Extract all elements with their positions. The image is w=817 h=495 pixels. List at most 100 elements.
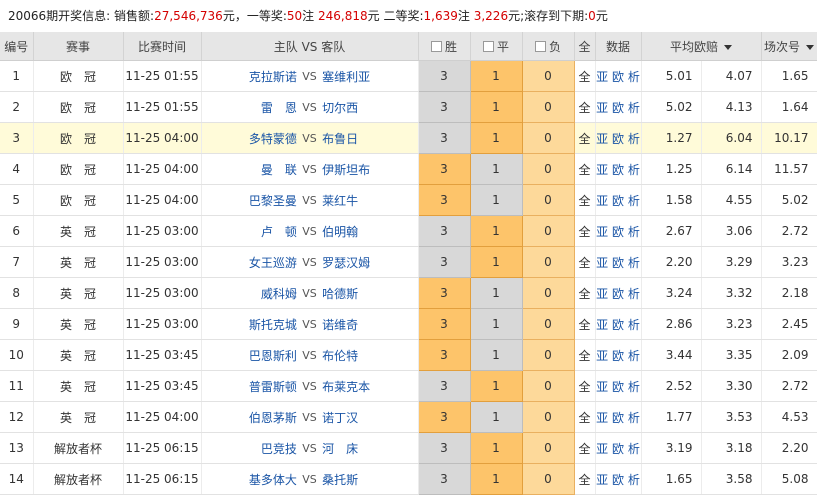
- draw-option[interactable]: 1: [469, 432, 523, 464]
- home-team[interactable]: 威科姆: [202, 285, 299, 302]
- draw-option[interactable]: 1: [469, 246, 523, 278]
- analysis-link[interactable]: 析: [628, 411, 640, 425]
- away-team[interactable]: 伊斯坦布: [320, 161, 417, 178]
- home-team[interactable]: 女王巡游: [202, 254, 299, 271]
- away-team[interactable]: 诺丁汉: [320, 409, 417, 426]
- win-option[interactable]: 3: [417, 122, 471, 154]
- draw-option[interactable]: 1: [469, 91, 523, 123]
- loss-option[interactable]: 0: [521, 60, 575, 92]
- euro-odds-link[interactable]: 欧: [612, 380, 624, 394]
- loss-option[interactable]: 0: [521, 277, 575, 309]
- away-team[interactable]: 莱红牛: [320, 192, 417, 209]
- header-loss[interactable]: 负: [522, 32, 575, 61]
- select-all-button[interactable]: 全: [574, 401, 596, 433]
- analysis-link[interactable]: 析: [628, 163, 640, 177]
- analysis-link[interactable]: 析: [628, 287, 640, 301]
- away-team[interactable]: 桑托斯: [320, 471, 417, 488]
- draw-option[interactable]: 1: [469, 339, 523, 371]
- loss-option[interactable]: 0: [521, 339, 575, 371]
- avg-odds-dropdown-icon[interactable]: [724, 44, 733, 50]
- home-team[interactable]: 基多体大: [202, 471, 299, 488]
- select-all-button[interactable]: 全: [574, 339, 596, 371]
- loss-option[interactable]: 0: [521, 122, 575, 154]
- home-team[interactable]: 伯恩茅斯: [202, 409, 299, 426]
- analysis-link[interactable]: 析: [628, 473, 640, 487]
- win-option[interactable]: 3: [417, 215, 471, 247]
- home-team[interactable]: 普雷斯顿: [202, 378, 299, 395]
- draw-option[interactable]: 1: [469, 308, 523, 340]
- home-team[interactable]: 斯托克城: [202, 316, 299, 333]
- select-all-button[interactable]: 全: [574, 60, 596, 92]
- win-option[interactable]: 3: [417, 91, 471, 123]
- analysis-link[interactable]: 析: [628, 70, 640, 84]
- asian-odds-link[interactable]: 亚: [596, 473, 608, 487]
- asian-odds-link[interactable]: 亚: [596, 163, 608, 177]
- win-option[interactable]: 3: [417, 339, 471, 371]
- asian-odds-link[interactable]: 亚: [596, 411, 608, 425]
- select-all-button[interactable]: 全: [574, 463, 596, 495]
- analysis-link[interactable]: 析: [628, 132, 640, 146]
- select-all-button[interactable]: 全: [574, 91, 596, 123]
- select-all-button[interactable]: 全: [574, 432, 596, 464]
- away-team[interactable]: 布伦特: [320, 347, 417, 364]
- asian-odds-link[interactable]: 亚: [596, 318, 608, 332]
- select-all-button[interactable]: 全: [574, 277, 596, 309]
- euro-odds-link[interactable]: 欧: [612, 101, 624, 115]
- header-all[interactable]: 全: [574, 32, 596, 61]
- euro-odds-link[interactable]: 欧: [612, 411, 624, 425]
- draw-option[interactable]: 1: [469, 463, 523, 495]
- win-option[interactable]: 3: [417, 308, 471, 340]
- loss-option[interactable]: 0: [521, 308, 575, 340]
- home-team[interactable]: 卢 顿: [202, 223, 299, 240]
- home-team[interactable]: 巴竞技: [202, 440, 299, 457]
- analysis-link[interactable]: 析: [628, 256, 640, 270]
- analysis-link[interactable]: 析: [628, 380, 640, 394]
- euro-odds-link[interactable]: 欧: [612, 442, 624, 456]
- select-all-button[interactable]: 全: [574, 246, 596, 278]
- analysis-link[interactable]: 析: [628, 318, 640, 332]
- analysis-link[interactable]: 析: [628, 194, 640, 208]
- win-option[interactable]: 3: [417, 401, 471, 433]
- draw-option[interactable]: 1: [469, 215, 523, 247]
- win-option[interactable]: 3: [417, 432, 471, 464]
- draw-option[interactable]: 1: [469, 277, 523, 309]
- analysis-link[interactable]: 析: [628, 101, 640, 115]
- away-team[interactable]: 河 床: [320, 440, 417, 457]
- draw-option[interactable]: 1: [469, 60, 523, 92]
- draw-option[interactable]: 1: [469, 184, 523, 216]
- analysis-link[interactable]: 析: [628, 225, 640, 239]
- asian-odds-link[interactable]: 亚: [596, 132, 608, 146]
- euro-odds-link[interactable]: 欧: [612, 194, 624, 208]
- euro-odds-link[interactable]: 欧: [612, 132, 624, 146]
- home-team[interactable]: 巴恩斯利: [202, 347, 299, 364]
- asian-odds-link[interactable]: 亚: [596, 442, 608, 456]
- select-all-button[interactable]: 全: [574, 184, 596, 216]
- euro-odds-link[interactable]: 欧: [612, 473, 624, 487]
- away-team[interactable]: 诺维奇: [320, 316, 417, 333]
- match-no-dropdown-icon[interactable]: [806, 44, 815, 50]
- euro-odds-link[interactable]: 欧: [612, 287, 624, 301]
- select-all-button[interactable]: 全: [574, 122, 596, 154]
- euro-odds-link[interactable]: 欧: [612, 318, 624, 332]
- win-option[interactable]: 3: [417, 246, 471, 278]
- loss-option[interactable]: 0: [521, 401, 575, 433]
- loss-option[interactable]: 0: [521, 215, 575, 247]
- euro-odds-link[interactable]: 欧: [612, 163, 624, 177]
- header-match-no[interactable]: 场次号: [761, 32, 817, 61]
- win-checkbox[interactable]: [430, 40, 442, 52]
- away-team[interactable]: 罗瑟汉姆: [320, 254, 417, 271]
- asian-odds-link[interactable]: 亚: [596, 380, 608, 394]
- win-option[interactable]: 3: [417, 277, 471, 309]
- draw-checkbox[interactable]: [482, 40, 494, 52]
- loss-option[interactable]: 0: [521, 91, 575, 123]
- loss-option[interactable]: 0: [521, 184, 575, 216]
- draw-option[interactable]: 1: [469, 370, 523, 402]
- draw-option[interactable]: 1: [469, 401, 523, 433]
- loss-option[interactable]: 0: [521, 370, 575, 402]
- analysis-link[interactable]: 析: [628, 442, 640, 456]
- win-option[interactable]: 3: [417, 370, 471, 402]
- away-team[interactable]: 布莱克本: [320, 378, 417, 395]
- euro-odds-link[interactable]: 欧: [612, 349, 624, 363]
- loss-option[interactable]: 0: [521, 432, 575, 464]
- asian-odds-link[interactable]: 亚: [596, 287, 608, 301]
